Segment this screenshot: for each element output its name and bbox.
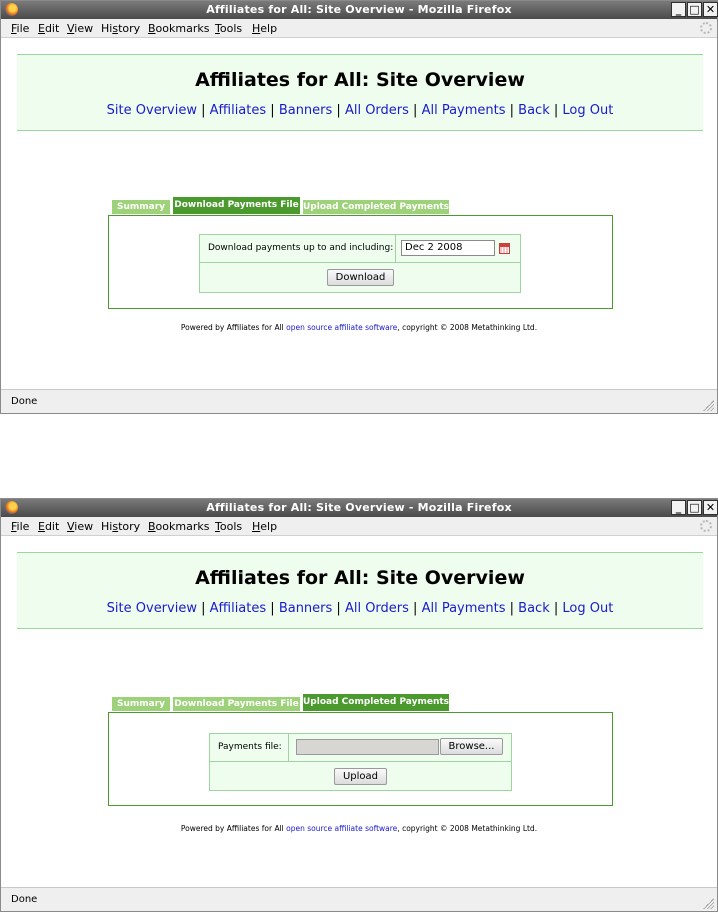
nav-affiliates[interactable]: Affiliates: [210, 103, 267, 118]
date-label: Download payments up to and including:: [208, 243, 394, 253]
status-bar: Done: [1, 389, 717, 413]
maximize-button[interactable]: □: [687, 2, 702, 17]
browser-window-download: Affiliates for All: Site Overview - Mozi…: [0, 0, 718, 414]
menu-view[interactable]: View: [67, 22, 93, 35]
nav-all-orders[interactable]: All Orders: [345, 601, 409, 616]
calendar-icon[interactable]: [499, 243, 510, 254]
page-header: Affiliates for All: Site Overview Site O…: [17, 54, 703, 131]
tab-download-payments-file[interactable]: Download Payments File: [173, 697, 300, 711]
upload-button[interactable]: Upload: [334, 768, 387, 785]
page-content: Affiliates for All: Site Overview Site O…: [1, 536, 717, 887]
resize-grip-icon[interactable]: [703, 898, 714, 909]
menu-help[interactable]: Help: [252, 520, 277, 533]
title-bar: Affiliates for All: Site Overview - Mozi…: [1, 1, 718, 19]
menu-bookmarks[interactable]: Bookmarks: [148, 520, 209, 533]
tab-summary[interactable]: Summary: [112, 200, 170, 214]
tab-upload-completed-payments[interactable]: Upload Completed Payments: [303, 694, 449, 711]
nav-all-orders[interactable]: All Orders: [345, 103, 409, 118]
nav-site-overview[interactable]: Site Overview: [107, 103, 197, 118]
window-title: Affiliates for All: Site Overview - Mozi…: [206, 3, 512, 16]
file-label: Payments file:: [218, 742, 282, 752]
menu-file[interactable]: File: [11, 520, 29, 533]
column-divider: [395, 235, 396, 263]
menu-tools[interactable]: Tools: [215, 520, 242, 533]
tab-panel-upload: Payments file: Browse... Upload: [108, 712, 613, 806]
file-path-input[interactable]: [296, 739, 439, 755]
title-bar: Affiliates for All: Site Overview - Mozi…: [1, 499, 718, 517]
close-button[interactable]: ✕: [703, 500, 718, 515]
menu-edit[interactable]: Edit: [38, 22, 59, 35]
menu-bar: File Edit View History Bookmarks Tools H…: [1, 19, 717, 38]
nav-log-out[interactable]: Log Out: [562, 103, 613, 118]
status-bar: Done: [1, 887, 717, 911]
nav-back[interactable]: Back: [518, 601, 550, 616]
menu-history[interactable]: History: [101, 22, 140, 35]
tab-upload-completed-payments[interactable]: Upload Completed Payments: [303, 200, 449, 214]
window-title: Affiliates for All: Site Overview - Mozi…: [206, 501, 512, 514]
activity-throbber-icon: [700, 22, 712, 34]
menu-file[interactable]: File: [11, 22, 29, 35]
nav-all-payments[interactable]: All Payments: [422, 103, 506, 118]
footer-link[interactable]: open source affiliate software: [286, 824, 397, 833]
nav-all-payments[interactable]: All Payments: [422, 601, 506, 616]
browser-window-upload: Affiliates for All: Site Overview - Mozi…: [0, 498, 718, 912]
nav-banners[interactable]: Banners: [279, 601, 332, 616]
status-text: Done: [11, 396, 38, 407]
tab-summary[interactable]: Summary: [112, 697, 170, 711]
upload-form: Payments file: Browse... Upload: [209, 733, 512, 791]
footer-link[interactable]: open source affiliate software: [286, 323, 397, 332]
menu-view[interactable]: View: [67, 520, 93, 533]
page-title: Affiliates for All: Site Overview: [195, 567, 525, 589]
page-title: Affiliates for All: Site Overview: [195, 69, 525, 91]
menu-help[interactable]: Help: [252, 22, 277, 35]
main-nav: Site Overview | Affiliates | Banners | A…: [106, 103, 614, 118]
close-button[interactable]: ✕: [703, 2, 718, 17]
date-input[interactable]: Dec 2 2008: [401, 240, 495, 256]
status-text: Done: [11, 894, 38, 905]
tab-panel-download: Download payments up to and including: D…: [108, 215, 613, 309]
page-header: Affiliates for All: Site Overview Site O…: [17, 552, 703, 629]
form-row-date: Download payments up to and including: D…: [200, 235, 520, 263]
footer: Powered by Affiliates for All open sourc…: [180, 824, 538, 833]
minimize-button[interactable]: _: [671, 500, 686, 515]
minimize-button[interactable]: _: [671, 2, 686, 17]
main-nav: Site Overview | Affiliates | Banners | A…: [106, 601, 614, 616]
menu-tools[interactable]: Tools: [215, 22, 242, 35]
nav-banners[interactable]: Banners: [279, 103, 332, 118]
tab-download-payments-file[interactable]: Download Payments File: [173, 197, 300, 214]
activity-throbber-icon: [700, 520, 712, 532]
column-divider: [288, 734, 289, 762]
menu-bar: File Edit View History Bookmarks Tools H…: [1, 517, 717, 536]
nav-site-overview[interactable]: Site Overview: [107, 601, 197, 616]
nav-affiliates[interactable]: Affiliates: [210, 601, 267, 616]
menu-history[interactable]: History: [101, 520, 140, 533]
nav-back[interactable]: Back: [518, 103, 550, 118]
browse-button[interactable]: Browse...: [440, 738, 503, 755]
menu-edit[interactable]: Edit: [38, 520, 59, 533]
footer: Powered by Affiliates for All open sourc…: [180, 323, 538, 332]
resize-grip-icon[interactable]: [703, 400, 714, 411]
page-content: Affiliates for All: Site Overview Site O…: [1, 38, 717, 389]
menu-bookmarks[interactable]: Bookmarks: [148, 22, 209, 35]
nav-log-out[interactable]: Log Out: [562, 601, 613, 616]
maximize-button[interactable]: □: [687, 500, 702, 515]
download-form: Download payments up to and including: D…: [199, 234, 521, 293]
download-button[interactable]: Download: [327, 269, 394, 286]
form-row-file: Payments file: Browse...: [210, 734, 511, 762]
